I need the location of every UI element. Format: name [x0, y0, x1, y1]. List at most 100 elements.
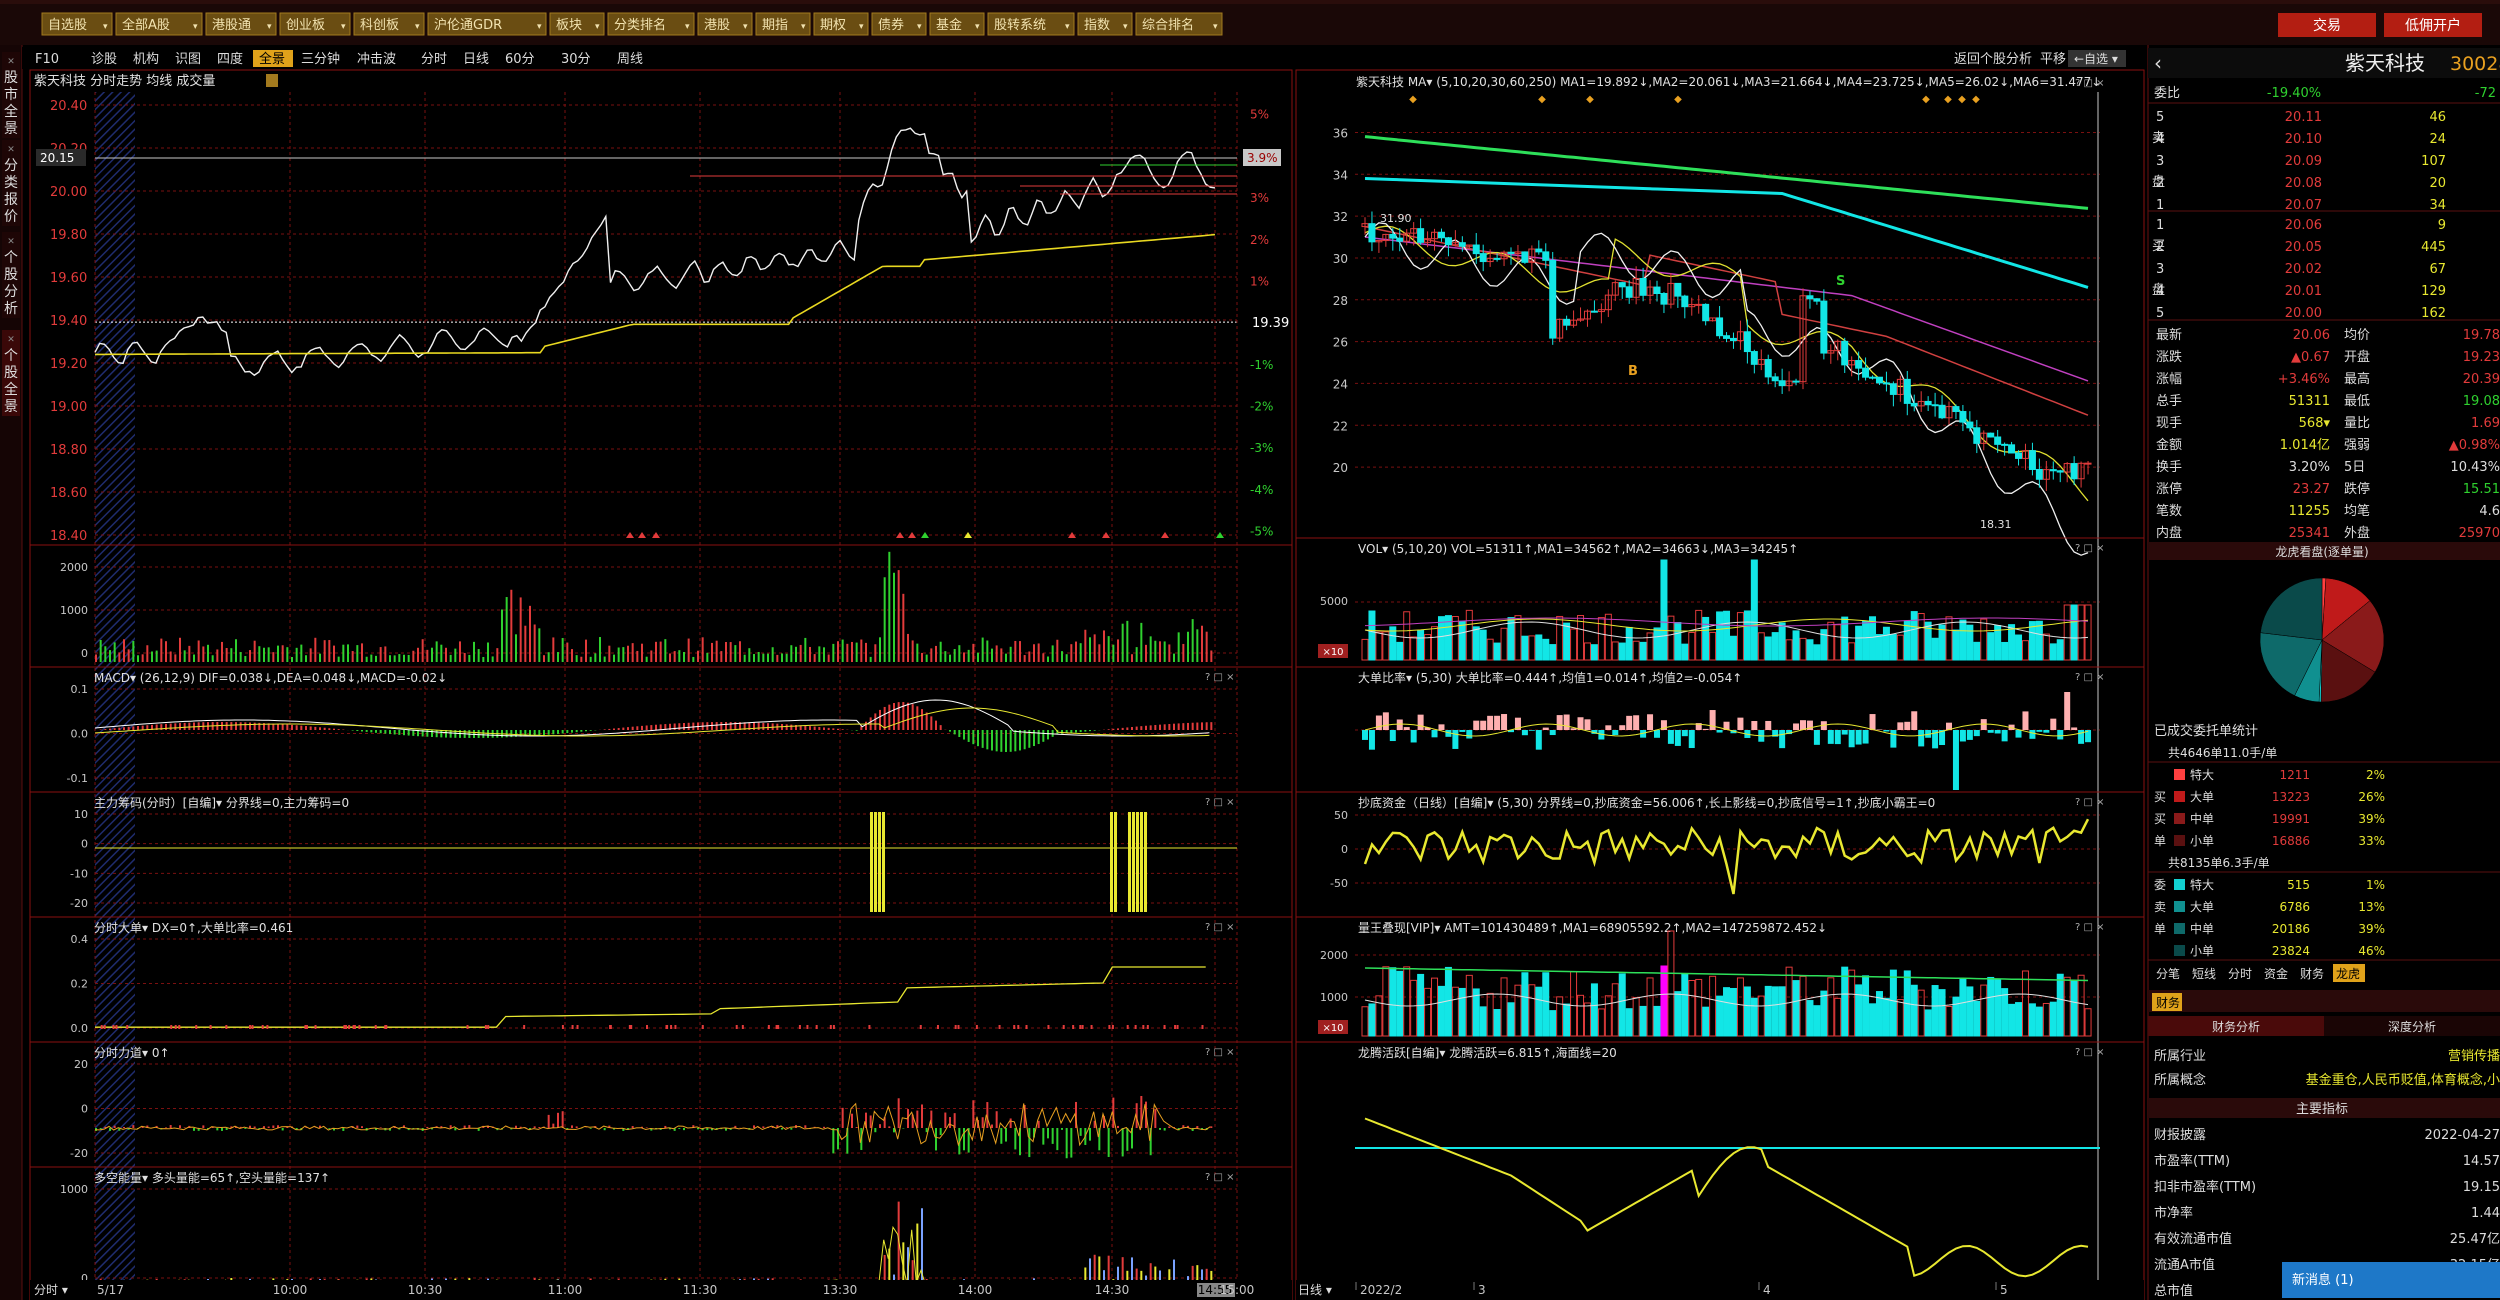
panel-controls[interactable]: ? □ ×: [1205, 922, 1235, 933]
toolbar-item-0[interactable]: 自选股 ▾: [41, 12, 113, 36]
event-marker[interactable]: ◆: [1674, 94, 1682, 105]
toolbar-item-3[interactable]: 创业板 ▾: [279, 12, 351, 36]
panel-controls[interactable]: ? □ ×: [2075, 672, 2105, 683]
toolbar-button-label[interactable]: 自选股: [48, 18, 87, 33]
event-marker[interactable]: ◆: [1944, 94, 1952, 105]
event-marker[interactable]: ◆: [1922, 94, 1930, 105]
tab-F10[interactable]: F10: [35, 52, 59, 67]
close-icon[interactable]: ✕: [7, 237, 15, 247]
tab-识图[interactable]: 识图: [175, 52, 201, 67]
daily-volume-bar: [1723, 610, 1731, 661]
low-price-label: 18.31: [1980, 518, 2012, 531]
tab-分时[interactable]: 分时: [421, 52, 447, 67]
toolbar-button-label[interactable]: 综合排名: [1142, 17, 1194, 33]
toolbar-button-label[interactable]: 沪伦通GDR: [434, 17, 502, 33]
volume-bar: [650, 650, 653, 662]
close-icon[interactable]: ✕: [7, 335, 15, 345]
big-order-bar: [1605, 725, 1612, 730]
quote-tab-短线[interactable]: 短线: [2192, 967, 2216, 981]
quote-tab-龙虎[interactable]: 龙虎: [2336, 967, 2360, 981]
event-marker[interactable]: ◆: [1958, 94, 1966, 105]
toolbar-button-label[interactable]: 港股通: [212, 18, 251, 33]
fin-subtab-label[interactable]: 财务分析: [2212, 1019, 2260, 1034]
volume-bar: [869, 656, 872, 662]
time-mode-dropdown[interactable]: 分时 ▾: [34, 1283, 68, 1297]
toolbar-item-13[interactable]: 股转系统 ▾: [987, 12, 1075, 36]
tab-60分[interactable]: 60分: [505, 52, 535, 67]
quote-tab-分笔[interactable]: 分笔: [2156, 966, 2180, 981]
news-popup-label[interactable]: 新消息 (1): [2292, 1272, 2354, 1288]
toolbar-button-label[interactable]: 创业板: [286, 18, 325, 33]
toolbar-button-label[interactable]: 科创板: [360, 18, 399, 33]
close-icon[interactable]: ✕: [7, 57, 15, 67]
panel-controls[interactable]: ? □ ×: [1205, 1172, 1235, 1183]
toolbar-button-label[interactable]: 全部A股: [122, 17, 170, 33]
quote-tab-财务[interactable]: 财务: [2300, 966, 2324, 981]
quote-tab-分时[interactable]: 分时: [2228, 967, 2252, 981]
toolbar-button-label[interactable]: 板块: [556, 18, 582, 33]
toolbar-button-label[interactable]: 指数: [1084, 18, 1110, 33]
toolbar-item-14[interactable]: 指数 ▾: [1077, 12, 1133, 36]
panel-controls[interactable]: ? □ ×: [2075, 1047, 2105, 1058]
tab-诊股[interactable]: 诊股: [91, 52, 117, 67]
panel-controls[interactable]: ? □ ×: [2075, 78, 2105, 89]
open-account-button-label[interactable]: 低佣开户: [2405, 17, 2461, 34]
tab-四度[interactable]: 四度: [217, 51, 243, 67]
toolbar-button-label[interactable]: 基金: [936, 17, 962, 33]
close-icon[interactable]: ✕: [7, 145, 15, 155]
daily-volume-bar: [1931, 637, 1939, 661]
toolbar-item-8[interactable]: 港股 ▾: [697, 12, 753, 36]
tab-日线[interactable]: 日线: [463, 52, 489, 67]
flat-move-button[interactable]: 平移: [2040, 52, 2066, 67]
quote-tab-资金[interactable]: 资金: [2264, 966, 2288, 981]
panel-controls[interactable]: ? □ ×: [2075, 797, 2105, 808]
tab-冲击波[interactable]: 冲击波: [357, 52, 396, 67]
fin-subtab-label[interactable]: 深度分析: [2388, 1019, 2436, 1034]
tab-全景[interactable]: 全景: [259, 51, 285, 67]
toolbar-item-15[interactable]: 综合排名 ▾: [1135, 12, 1223, 36]
back-arrow-icon[interactable]: ‹: [2154, 51, 2162, 75]
daily-lwjx-title: 量王叠现[VIP]▾ AMT=101430489↑,MA1=68905592.2…: [1358, 921, 1827, 935]
toolbar-item-1[interactable]: 全部A股 ▾: [115, 12, 203, 36]
panel-controls[interactable]: ? □ ×: [1205, 672, 1235, 683]
toolbar-item-4[interactable]: 科创板 ▾: [353, 12, 425, 36]
toolbar-button-label[interactable]: 股转系统: [994, 18, 1046, 33]
toolbar-item-6[interactable]: 板块 ▾: [549, 12, 605, 36]
toolbar-item-9[interactable]: 期指 ▾: [755, 12, 811, 36]
toolbar-button-label[interactable]: 分类排名: [614, 17, 666, 33]
buy-row-pct: 2%: [2366, 768, 2385, 782]
event-marker[interactable]: ◆: [1409, 94, 1417, 105]
panel-controls[interactable]: ? □ ×: [1205, 1047, 1235, 1058]
toolbar-button-label[interactable]: 期权: [820, 17, 846, 33]
trade-button-label[interactable]: 交易: [2313, 17, 2341, 34]
panel-controls[interactable]: ? □ ×: [2075, 543, 2105, 554]
toolbar-item-11[interactable]: 债券 ▾: [871, 12, 927, 36]
date-mode-dropdown[interactable]: 日线 ▾: [1298, 1283, 1332, 1297]
event-marker[interactable]: ◆: [1586, 94, 1594, 105]
toolbar-button-label[interactable]: 港股: [704, 18, 730, 33]
toolbar-button-label[interactable]: 期指: [762, 18, 788, 33]
tab-三分钟[interactable]: 三分钟: [301, 51, 340, 67]
toolbar-item-7[interactable]: 分类排名 ▾: [607, 12, 695, 36]
tab-周线[interactable]: 周线: [617, 52, 643, 67]
watchlist-dropdown-label[interactable]: ←自选 ▾: [2074, 52, 2118, 66]
panel-controls[interactable]: ? □ ×: [1205, 797, 1235, 808]
indicator-dropdown[interactable]: [266, 74, 278, 87]
macd-bar: [925, 712, 928, 730]
zlcm-title: 主力筹码(分时）[自编]▾ 分界线=0,主力筹码=0: [94, 795, 349, 810]
return-analysis-link[interactable]: 返回个股分析: [1954, 52, 2032, 67]
toolbar-item-12[interactable]: 基金 ▾: [929, 12, 985, 36]
toolbar-item-10[interactable]: 期权 ▾: [813, 12, 869, 36]
event-marker[interactable]: ◆: [1538, 94, 1546, 105]
fin-tab-label[interactable]: 财务: [2156, 995, 2180, 1010]
panel-controls[interactable]: ? □ ×: [2075, 922, 2105, 933]
toolbar-item-5[interactable]: 沪伦通GDR ▾: [427, 12, 547, 36]
big-order-bar: [1403, 727, 1410, 730]
toolbar-item-2[interactable]: 港股通 ▾: [205, 12, 277, 36]
buy-row-pct: 33%: [2358, 834, 2385, 848]
toolbar-button-label[interactable]: 债券: [878, 17, 904, 33]
tab-30分[interactable]: 30分: [561, 52, 591, 67]
event-marker[interactable]: ◆: [1972, 94, 1980, 105]
tab-机构[interactable]: 机构: [133, 52, 159, 67]
chevron-down-icon: ▾: [1123, 22, 1128, 32]
